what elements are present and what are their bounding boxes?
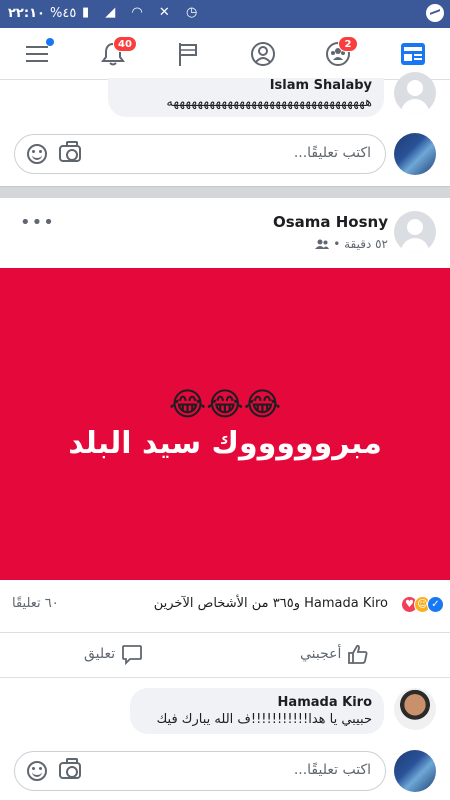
reactions-others: و٣٦٥ من الأشخاص الآخرين	[153, 596, 300, 611]
comment-bubble: Hamada Kiro حبيبي يا هدا!!!!!!!!!!!ف الل…	[130, 688, 384, 734]
mute-icon: ✕	[158, 5, 176, 20]
comment-icon	[122, 645, 143, 665]
post-image[interactable]: 😂😂😂 مبروووووك سيد البلد	[0, 268, 450, 580]
comment-author[interactable]: Islam Shalaby	[120, 78, 372, 93]
post-meta: ٥٢ دقيقة •	[315, 237, 388, 251]
status-time: ٢٢:١٠	[8, 6, 45, 21]
battery-icon: ▮	[82, 5, 96, 20]
battery-level: %٤٥	[50, 6, 77, 21]
avatar[interactable]	[394, 72, 436, 114]
more-options-icon[interactable]: •••	[20, 212, 55, 233]
menu-button[interactable]	[0, 28, 75, 80]
like-reaction-icon: ✓	[427, 596, 444, 613]
top-navigation: 40 2	[0, 28, 450, 80]
like-label: أعجبني	[300, 646, 342, 662]
groups-button[interactable]: 2	[300, 28, 375, 80]
post-image-caption: مبروووووك سيد البلد	[68, 426, 382, 461]
comment-input[interactable]: اكتب تعليقًا...	[14, 751, 386, 791]
reactions-summary[interactable]: ♥ ☺ ✓ Hamada Kiro و٣٦٥ من الأشخاص الآخري…	[0, 594, 450, 616]
reactions-text: Hamada Kiro و٣٦٥ من الأشخاص الآخرين	[154, 596, 388, 611]
notifications-badge: 40	[113, 36, 137, 52]
comment-author[interactable]: Hamada Kiro	[142, 695, 372, 710]
status-icons: ▮ ◢ ◠ ✕ ◷	[82, 5, 203, 20]
emoji-icon[interactable]	[27, 144, 47, 164]
post-separator	[0, 186, 450, 198]
pages-button[interactable]	[150, 28, 225, 80]
profile-icon	[250, 42, 275, 66]
camera-icon[interactable]	[59, 758, 81, 779]
post-time: ٥٢ دقيقة •	[333, 237, 388, 251]
comment-text: هههههههههههههههههههههههههههههههههه	[166, 95, 372, 110]
friends-privacy-icon	[315, 239, 330, 249]
status-bar: ٢٢:١٠ %٤٥ ▮ ◢ ◠ ✕ ◷	[0, 0, 450, 28]
profile-button[interactable]	[225, 28, 300, 80]
like-button[interactable]: أعجبني	[300, 643, 369, 665]
reactions-name: Hamada Kiro	[304, 596, 388, 611]
wifi-icon: ◠	[131, 5, 149, 20]
thumbs-up-icon	[348, 644, 368, 664]
avatar	[394, 133, 436, 175]
comment-bubble: Islam Shalaby هههههههههههههههههههههههههه…	[108, 78, 384, 117]
comment-text: حبيبي يا هدا!!!!!!!!!!!ف الله يبارك فيك	[156, 712, 372, 727]
reaction-icons: ♥ ☺ ✓	[401, 596, 444, 613]
avatar	[394, 750, 436, 792]
avatar[interactable]	[394, 211, 436, 253]
camera-icon[interactable]	[59, 141, 81, 162]
flag-icon	[178, 43, 197, 66]
news-feed-icon	[400, 43, 425, 65]
post-author[interactable]: Osama Hosny	[273, 213, 388, 231]
notifications-button[interactable]: 40	[75, 28, 150, 80]
comment-input[interactable]: اكتب تعليقًا...	[14, 134, 386, 174]
groups-badge: 2	[338, 36, 358, 52]
post-actions: أعجبني تعليق	[0, 632, 450, 678]
alarm-icon: ◷	[185, 5, 204, 20]
signal-icon: ◢	[105, 5, 122, 20]
comment-button[interactable]: تعليق	[84, 643, 143, 665]
comment-placeholder: اكتب تعليقًا...	[293, 145, 371, 161]
emoji-icon[interactable]	[27, 761, 47, 781]
hamburger-menu-icon	[25, 46, 48, 62]
menu-dot-indicator	[46, 38, 54, 46]
comment-placeholder: اكتب تعليقًا...	[293, 762, 371, 778]
laughing-emoji-icon: 😂😂😂	[168, 385, 282, 423]
avatar[interactable]	[394, 688, 436, 730]
messenger-icon	[426, 4, 444, 22]
comments-count[interactable]: ٦٠ تعليقًا	[12, 596, 59, 611]
comment-label: تعليق	[84, 646, 116, 662]
